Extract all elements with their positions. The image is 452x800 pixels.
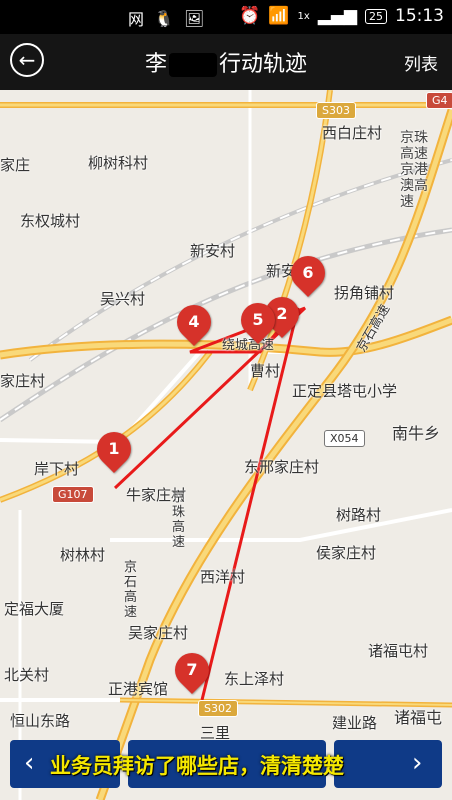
map-label: 定福大厦 [4,600,65,618]
map-label: 正定县塔屯小学 [292,382,398,400]
map-roads [0,90,452,800]
battery-level: 25 [365,8,387,24]
clock: 15:13 [395,6,444,26]
map-label: 家庄村 [0,372,46,390]
map-label: 西白庄村 [322,124,383,142]
map-label: 曹村 [250,362,281,380]
map-label: 诸福屯村 [368,642,429,660]
map-view[interactable]: 西白庄村 柳树科村 家庄 东权城村 新安村 吴兴村 新安 拐角铺村 绕城高速 曹… [0,90,452,800]
highway-label: 京石高速 [124,560,138,620]
visit-marker[interactable]: 1 [89,424,139,478]
map-label: 北关村 [4,666,50,684]
visit-marker[interactable]: 6 [283,248,333,302]
visit-marker[interactable]: 4 [169,297,219,351]
road-shield: S302 [198,700,238,717]
map-label: 东上泽村 [224,670,285,688]
highway-label: 京珠高速 [172,490,186,550]
map-label: 树路村 [336,506,382,524]
map-label: 吴兴村 [100,290,146,308]
map-label: 西洋村 [200,568,246,586]
map-label: 侯家庄村 [316,544,377,562]
map-label: 正港宾馆 [108,680,169,698]
map-label: 南牛乡 [392,424,441,443]
visit-marker[interactable]: 5 [233,295,283,349]
status-text: 网 [128,10,145,29]
promo-banner: ‹ 业务员拜访了哪些店，清清楚楚 › [10,740,442,790]
map-label: 诸福屯 [394,708,443,727]
redacted-name [169,53,217,77]
next-arrow-icon[interactable]: › [412,748,422,778]
map-label: 东邢家庄村 [244,458,320,476]
header-bar: ← 李行动轨迹 列表 [0,34,452,90]
banner-text: 业务员拜访了哪些店，清清楚楚 [50,754,344,778]
visit-marker[interactable]: 7 [167,645,217,699]
list-button[interactable]: 列表 [404,50,438,75]
map-label: 恒山东路 [10,712,71,730]
prev-arrow-icon[interactable]: ‹ [24,748,34,778]
road-shield: X054 [324,430,365,447]
map-label: 岸下村 [34,460,80,478]
status-bar: 网 🐧 🖼 ⏰ 📶 1x ▂▄▆ 25 15:13 [0,0,452,34]
page-title: 李行动轨迹 [144,52,308,77]
qq-icon: 🐧 [154,8,174,28]
signal-icon: ▂▄▆ [317,6,357,26]
map-label: 东权城村 [20,212,81,230]
road-shield: S303 [316,102,356,119]
map-label: 树林村 [60,546,106,564]
map-label: 家庄 [0,156,31,174]
alarm-icon: ⏰ [239,6,261,26]
map-label: 建业路 [332,714,378,732]
wifi-icon: 📶 [268,6,290,26]
map-label: 吴家庄村 [128,624,189,642]
road-shield: G4 [426,92,452,109]
image-icon: 🖼 [183,8,205,28]
map-label: 新安村 [190,242,236,260]
highway-label: 京珠高速京港澳高速 [400,130,428,210]
map-label: 拐角铺村 [334,284,395,302]
road-shield: G107 [52,486,94,503]
signal-badge: 1x [297,10,310,22]
map-label: 柳树科村 [88,154,149,172]
